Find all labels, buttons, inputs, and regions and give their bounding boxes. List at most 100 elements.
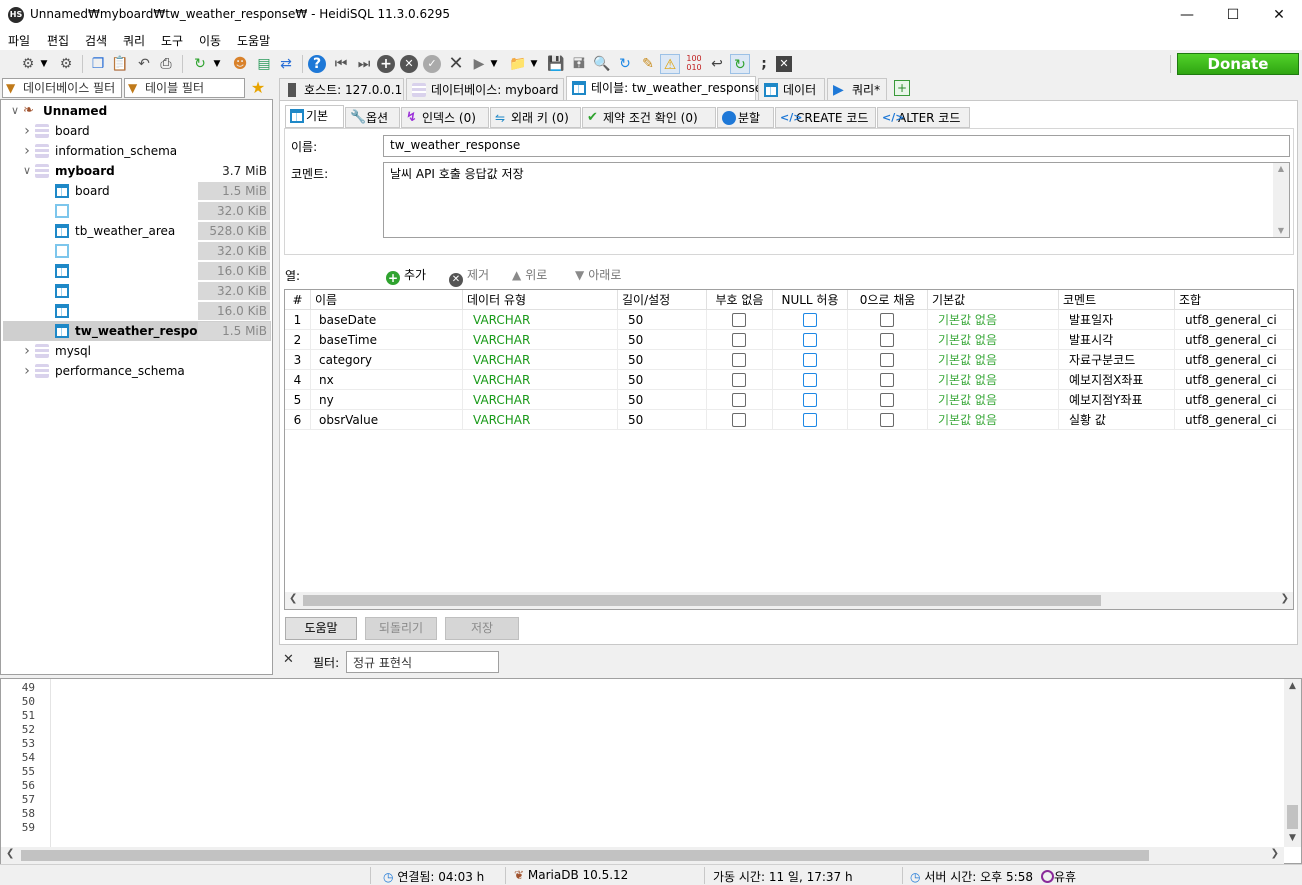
close-filter-icon[interactable]: ✕ [283,652,294,667]
menu-file[interactable]: 파일 [8,32,30,49]
import-icon[interactable]: ▤ [254,54,274,74]
scroll-right-icon[interactable]: ❯ [1281,593,1289,604]
col-header-unsigned[interactable]: 부호 없음 [707,290,773,310]
chevron-right-icon[interactable]: › [21,361,33,381]
checkbox[interactable] [803,313,817,327]
post-record-icon[interactable]: ✓ [423,55,441,73]
help-button[interactable]: 도움말 [285,617,357,640]
unsigned-cell[interactable] [707,310,773,330]
donate-button[interactable]: Donate [1177,53,1299,75]
comment-cell[interactable]: 예보지점X좌표 [1059,370,1175,390]
subtab-check-constraints[interactable]: ✔ 제약 조건 확인 (0) [582,107,716,128]
semicolon-icon[interactable]: ; [754,54,774,74]
add-column-button[interactable]: + 추가 [386,266,426,285]
zerofill-cell[interactable] [848,370,928,390]
checkbox[interactable] [880,413,894,427]
row-number[interactable]: 6 [285,410,311,430]
default-cell[interactable]: 기본값 없음 [928,350,1059,370]
subtab-partitions[interactable]: 분할 [717,107,774,128]
tree-node[interactable]: tw_weather_respon... 1.5 MiB [3,321,271,341]
checkbox[interactable] [880,353,894,367]
checkbox[interactable] [732,313,746,327]
tree-node[interactable]: › board [3,121,271,141]
subtab-options[interactable]: 🔧 옵션 [345,107,400,128]
chevron-down-icon[interactable]: ▼ [488,54,500,74]
col-header-default[interactable]: 기본값 [928,290,1059,310]
zerofill-cell[interactable] [848,310,928,330]
datatype-cell[interactable]: VARCHAR [463,390,618,410]
user-manager-icon[interactable]: ☻ [230,54,250,74]
move-down-button[interactable]: ▼ 아래로 [575,266,621,284]
checkbox[interactable] [880,313,894,327]
checkbox[interactable] [880,333,894,347]
session-manager-icon[interactable]: ⚙ [18,54,38,74]
menu-query[interactable]: 쿼리 [123,32,145,49]
tree-node[interactable]: tb_weather_area 528.0 KiB [3,221,271,241]
unsigned-cell[interactable] [707,350,773,370]
col-header-datatype[interactable]: 데이터 유형 [463,290,618,310]
tab-host[interactable]: 호스트: 127.0.0.1 [279,78,404,100]
allow-null-cell[interactable] [773,330,848,350]
chevron-down-icon[interactable]: ▼ [528,54,540,74]
datatype-cell[interactable]: VARCHAR [463,350,618,370]
collation-cell[interactable]: utf8_general_ci [1175,310,1293,330]
col-header-collation[interactable]: 조합 [1175,290,1293,310]
tree-node[interactable]: board 1.5 MiB [3,181,271,201]
tab-database[interactable]: 데이터베이스: myboard [406,78,564,100]
new-query-tab-icon[interactable]: + [894,80,910,96]
subtab-foreign-keys[interactable]: ⇋ 외래 키 (0) [490,107,581,128]
minimize-button[interactable]: — [1164,0,1210,30]
datatype-cell[interactable]: VARCHAR [463,310,618,330]
zerofill-cell[interactable] [848,390,928,410]
help-icon[interactable]: ? [308,55,326,73]
menu-help[interactable]: 도움말 [237,32,270,49]
tab-data[interactable]: 데이터 [758,78,825,100]
tree-node[interactable]: 32.0 KiB [3,241,271,261]
collation-cell[interactable]: utf8_general_ci [1175,330,1293,350]
menu-search[interactable]: 검색 [85,32,107,49]
add-record-icon[interactable]: + [377,55,395,73]
col-header-name[interactable]: 이름 [311,290,463,310]
log-horizontal-scrollbar[interactable]: ❮ ❯ [1,847,1284,864]
checkbox[interactable] [803,373,817,387]
default-cell[interactable]: 기본값 없음 [928,410,1059,430]
tree-node[interactable]: 16.0 KiB [3,301,271,321]
tree-node[interactable]: › performance_schema [3,361,271,381]
datatype-cell[interactable]: VARCHAR [463,410,618,430]
save-as-icon[interactable]: 🖬 [569,54,589,74]
tree-node[interactable]: 32.0 KiB [3,201,271,221]
tree-node[interactable]: 32.0 KiB [3,281,271,301]
scrollbar-thumb[interactable] [303,595,1101,606]
default-cell[interactable]: 기본값 없음 [928,370,1059,390]
column-name-cell[interactable]: obsrValue [311,410,463,430]
refresh-icon[interactable]: ↻ [190,54,210,74]
col-header-zerofill[interactable]: 0으로 채움 [848,290,928,310]
chevron-right-icon[interactable]: › [21,121,33,141]
autorefresh-icon[interactable]: ↻ [730,54,750,74]
comment-cell[interactable]: 발표일자 [1059,310,1175,330]
col-header-comment[interactable]: 코멘트 [1059,290,1175,310]
paste-icon[interactable]: 📋 [110,54,130,74]
tab-query[interactable]: ▶ 쿼리* [827,78,887,100]
column-name-cell[interactable]: baseDate [311,310,463,330]
collation-cell[interactable]: utf8_general_ci [1175,370,1293,390]
comment-cell[interactable]: 예보지점Y좌표 [1059,390,1175,410]
delete-record-icon[interactable]: ✕ [400,55,418,73]
unsigned-cell[interactable] [707,370,773,390]
zerofill-cell[interactable] [848,350,928,370]
subtab-alter-code[interactable]: </> ALTER 코드 [877,107,970,128]
chevron-down-icon[interactable]: ▼ [38,54,50,74]
row-number[interactable]: 5 [285,390,311,410]
table-comment-textarea[interactable]: 날씨 API 호출 응답값 저장 ▲ ▼ [383,162,1290,238]
datatype-cell[interactable]: VARCHAR [463,370,618,390]
unsigned-cell[interactable] [707,330,773,350]
comment-cell[interactable]: 실황 값 [1059,410,1175,430]
checkbox[interactable] [803,393,817,407]
table-filter-input[interactable]: ▼ 테이블 필터 [124,78,245,98]
open-folder-icon[interactable]: 📁 [508,54,528,74]
allow-null-cell[interactable] [773,390,848,410]
col-header-number[interactable]: # [285,290,311,310]
first-record-icon[interactable]: ⏮ [331,54,351,74]
length-cell[interactable]: 50 [618,310,707,330]
scroll-up-icon[interactable]: ▲ [1284,679,1301,693]
